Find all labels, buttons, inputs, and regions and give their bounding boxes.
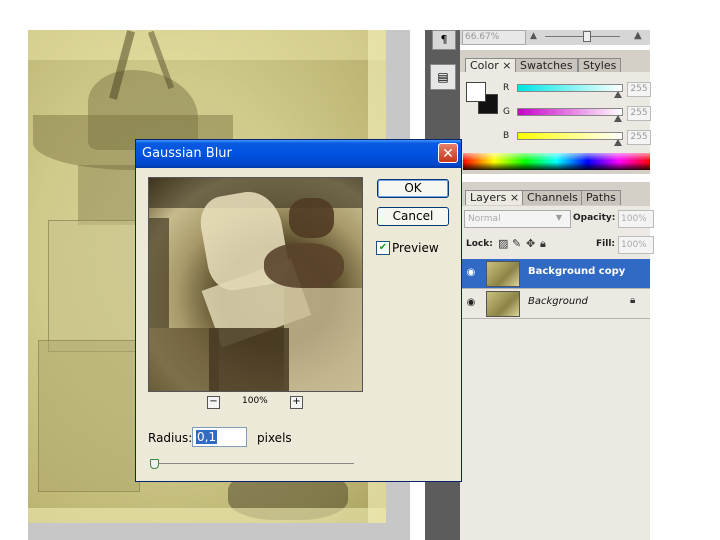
eye-icon[interactable]: ◉ xyxy=(464,265,478,281)
zoom-in-icon[interactable]: ▲ xyxy=(634,30,642,41)
layer-thumbnail xyxy=(486,291,520,317)
channel-g-value[interactable]: 255 xyxy=(627,106,651,121)
tab-color[interactable]: Color × xyxy=(465,58,517,73)
chevron-down-icon[interactable]: ▼ xyxy=(553,211,565,225)
channel-b-thumb[interactable] xyxy=(614,139,622,146)
lock-icon: 🔒︎ xyxy=(630,295,636,306)
tab-channels[interactable]: Channels xyxy=(522,190,583,205)
navigator-zoom-field[interactable]: 66.67% xyxy=(462,30,526,45)
fill-label: Fill: xyxy=(596,239,616,249)
zoom-in-button[interactable]: + xyxy=(290,396,303,409)
layer-name: Background copy xyxy=(528,266,626,277)
opacity-label: Opacity: xyxy=(573,213,616,223)
preview-checkbox[interactable]: ✔ xyxy=(376,241,390,255)
opacity-field[interactable]: 100% xyxy=(618,210,654,228)
ok-button[interactable]: OK xyxy=(377,179,449,198)
tab-styles[interactable]: Styles xyxy=(578,58,622,73)
preview-zoom-level: 100% xyxy=(242,396,268,406)
radius-slider-thumb[interactable] xyxy=(150,459,159,469)
channel-g-label: G xyxy=(503,107,510,117)
color-spectrum-shade xyxy=(463,153,650,170)
foreground-color-swatch[interactable] xyxy=(466,82,486,102)
layer-name: Background xyxy=(528,296,588,307)
fill-field[interactable]: 100% xyxy=(618,236,654,254)
lock-position-icon[interactable]: ✥ xyxy=(526,237,535,250)
close-icon: ✕ xyxy=(442,146,454,162)
channel-b-slider[interactable] xyxy=(517,132,623,140)
eye-icon[interactable]: ◉ xyxy=(464,295,478,311)
channel-r-slider[interactable] xyxy=(517,84,623,92)
paragraph-icon[interactable]: ¶ xyxy=(432,30,456,50)
channel-b-label: B xyxy=(503,131,510,141)
dialog-title: Gaussian Blur xyxy=(142,146,232,161)
channel-r-thumb[interactable] xyxy=(614,91,622,98)
radius-value[interactable]: 0,1 xyxy=(196,430,218,444)
layer-row-background[interactable]: ◉ Background 🔒︎ xyxy=(460,289,650,319)
tab-layers[interactable]: Layers × xyxy=(465,190,525,205)
radius-label: Radius: xyxy=(148,431,193,445)
lock-label: Lock: xyxy=(466,239,493,249)
lock-all-icon[interactable]: 🔒︎ xyxy=(540,237,546,251)
channel-g-slider[interactable] xyxy=(517,108,623,116)
lock-transparency-icon[interactable]: ▨ xyxy=(498,237,508,250)
layer-row-background-copy[interactable]: ◉ Background copy xyxy=(460,259,650,289)
radius-unit-label: pixels xyxy=(257,431,292,445)
navigator-zoom-slider-knob[interactable] xyxy=(583,31,591,42)
lock-pixels-icon[interactable]: ✎ xyxy=(512,237,521,250)
info-panel-icon[interactable]: ▤ xyxy=(430,64,456,90)
cancel-button[interactable]: Cancel xyxy=(377,207,449,226)
radius-slider-track[interactable] xyxy=(150,463,354,464)
preview-window[interactable] xyxy=(148,177,363,392)
layer-thumbnail xyxy=(486,261,520,287)
checkmark-icon: ✔ xyxy=(378,242,388,253)
zoom-out-button[interactable]: − xyxy=(207,396,220,409)
preview-label[interactable]: Preview xyxy=(392,241,439,255)
channel-g-thumb[interactable] xyxy=(614,115,622,122)
tab-swatches[interactable]: Swatches xyxy=(515,58,578,73)
channel-r-value[interactable]: 255 xyxy=(627,82,651,97)
channel-b-value[interactable]: 255 xyxy=(627,130,651,145)
zoom-out-icon[interactable]: ▲ xyxy=(530,31,537,41)
close-button[interactable]: ✕ xyxy=(438,143,458,163)
tab-paths[interactable]: Paths xyxy=(581,190,621,205)
channel-r-label: R xyxy=(503,83,510,93)
